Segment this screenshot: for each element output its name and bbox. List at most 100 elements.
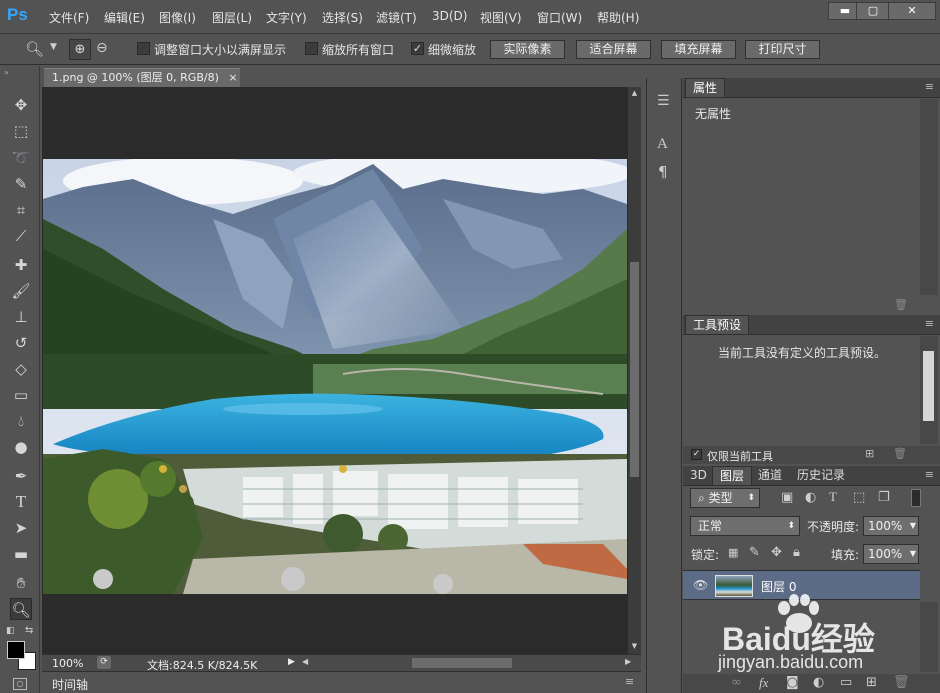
healing-brush-tool-icon[interactable]: ✚ [10, 254, 32, 276]
filter-adjustment-icon[interactable]: ◐ [805, 490, 816, 505]
share-icon[interactable]: ⟳ [97, 656, 111, 669]
zoom-in-icon[interactable]: ⊕ [69, 39, 91, 60]
opacity-field[interactable]: 100% ▼ [863, 516, 919, 536]
horizontal-scrollbar-thumb[interactable] [412, 658, 512, 668]
dodge-tool-icon[interactable]: ● [10, 436, 32, 458]
menu-type[interactable]: 文字(Y) [266, 9, 307, 26]
menu-layer[interactable]: 图层(L) [212, 9, 252, 26]
menu-file[interactable]: 文件(F) [49, 9, 89, 26]
fit-screen-button[interactable]: 适合屏幕 [576, 40, 651, 59]
collapse-icon[interactable]: » [4, 68, 9, 77]
tab-history[interactable]: 历史记录 [790, 466, 852, 485]
filter-smart-object-icon[interactable]: ❐ [878, 490, 890, 505]
menu-3d[interactable]: 3D(D) [432, 9, 467, 23]
trash-icon[interactable]: 🗑︎ [893, 447, 907, 460]
quick-select-tool-icon[interactable]: ✎ [10, 173, 32, 195]
menu-filter[interactable]: 滤镜(T) [376, 9, 417, 26]
layer-filter-dropdown[interactable]: ⌕ 类型 ⬍ [690, 488, 760, 508]
blend-mode-dropdown[interactable]: 正常 ⬍ [690, 516, 800, 536]
scrubby-zoom-checkbox[interactable]: ✓ [411, 42, 424, 55]
hand-tool-icon[interactable]: ✋︎ [10, 572, 32, 594]
new-preset-icon[interactable]: ⊞ [865, 447, 874, 460]
marquee-tool-icon[interactable]: ⬚ [10, 120, 32, 142]
gradient-tool-icon[interactable]: ▭ [10, 384, 32, 406]
maximize-button[interactable]: ▢ [856, 2, 890, 20]
lock-pixels-icon[interactable]: ✎ [749, 545, 760, 560]
rectangle-tool-icon[interactable]: ▬ [10, 543, 32, 565]
filter-toggle[interactable] [911, 489, 921, 507]
tab-3d[interactable]: 3D [685, 466, 712, 485]
fill-screen-button[interactable]: 填充屏幕 [661, 40, 736, 59]
scroll-down-icon[interactable]: ▼ [628, 642, 641, 650]
crop-tool-icon[interactable]: ⌗ [10, 199, 32, 221]
lock-position-icon[interactable]: ✥ [771, 545, 782, 560]
resize-windows-checkbox[interactable] [137, 42, 150, 55]
trash-icon[interactable]: 🗑︎ [894, 298, 908, 311]
fill-field[interactable]: 100% ▼ [863, 544, 919, 564]
panel-menu-icon[interactable]: ≡ [625, 675, 634, 688]
pen-tool-icon[interactable]: ✒ [10, 465, 32, 487]
foreground-color-swatch[interactable] [7, 641, 25, 659]
tab-layers[interactable]: 图层 [712, 466, 753, 485]
scrollbar-thumb[interactable] [923, 351, 934, 421]
zoom-out-icon[interactable]: ⊖ [96, 40, 108, 56]
move-tool-icon[interactable]: ✥ [10, 94, 32, 116]
menu-view[interactable]: 视图(V) [480, 9, 522, 26]
tab-tool-presets[interactable]: 工具预设 [685, 315, 750, 334]
eyedropper-tool-icon[interactable]: ⟋ [10, 225, 32, 247]
menu-select[interactable]: 选择(S) [322, 9, 363, 26]
menu-window[interactable]: 窗口(W) [537, 9, 582, 26]
swap-colors-icon[interactable]: ⇆ [25, 625, 33, 636]
tab-channels[interactable]: 通道 [751, 466, 789, 485]
filter-shape-icon[interactable]: ⬚ [853, 490, 865, 505]
filter-pixel-icon[interactable]: ▣ [781, 490, 793, 505]
chevron-down-icon[interactable]: ▼ [910, 545, 916, 563]
history-brush-tool-icon[interactable]: ↺ [10, 332, 32, 354]
tab-properties[interactable]: 属性 [685, 78, 726, 97]
vertical-scrollbar[interactable]: ▲ ▼ [628, 87, 641, 654]
status-menu-arrow-icon[interactable]: ▶ [288, 657, 295, 667]
quick-mask-icon[interactable]: ○ [13, 678, 27, 690]
tool-presets-scrollbar[interactable] [920, 336, 938, 444]
scroll-up-icon[interactable]: ▲ [628, 89, 641, 97]
document-tab[interactable]: 1.png @ 100% (图层 0, RGB/8) × [44, 68, 240, 87]
chevron-down-icon[interactable]: ▼ [910, 517, 916, 535]
current-tool-only-checkbox[interactable]: ✓ [691, 449, 702, 460]
eraser-tool-icon[interactable]: ◇ [10, 358, 32, 380]
canvas-area[interactable] [42, 87, 628, 654]
zoom-all-windows-checkbox[interactable] [305, 42, 318, 55]
timeline-tab[interactable]: 时间轴 [52, 676, 88, 693]
panel-menu-icon[interactable]: ≡ [925, 468, 934, 481]
clone-stamp-tool-icon[interactable]: ⊥ [10, 306, 32, 328]
chevron-down-icon[interactable]: ▼ [50, 42, 57, 52]
lasso-tool-icon[interactable]: ➰ [10, 147, 32, 169]
paragraph-panel-icon[interactable]: ¶ [658, 163, 668, 181]
lock-all-icon[interactable]: 🔒︎ [793, 545, 800, 560]
character-panel-icon[interactable]: A [657, 136, 668, 153]
scroll-left-icon[interactable]: ◀ [302, 657, 308, 666]
zoom-level[interactable]: 100% [52, 657, 83, 670]
menu-help[interactable]: 帮助(H) [597, 9, 639, 26]
panel-menu-icon[interactable]: ≡ [925, 317, 934, 330]
zoom-tool-icon[interactable]: 🔍︎ [10, 598, 32, 620]
path-selection-tool-icon[interactable]: ➤ [10, 517, 32, 539]
close-button[interactable]: ✕ [888, 2, 936, 20]
scrollbar-thumb[interactable] [630, 262, 639, 477]
properties-panel-icon[interactable]: ☰ [657, 93, 670, 109]
zoom-tool-preset-icon[interactable]: 🔍︎ [25, 40, 44, 58]
menu-image[interactable]: 图像(I) [159, 9, 196, 26]
print-size-button[interactable]: 打印尺寸 [745, 40, 820, 59]
blur-tool-icon[interactable]: 💧︎ [10, 410, 32, 432]
actual-pixels-button[interactable]: 实际像素 [490, 40, 565, 59]
lock-transparent-icon[interactable]: ▦ [728, 546, 738, 559]
default-colors-icon[interactable]: ◧ [6, 626, 15, 636]
properties-scrollbar[interactable] [920, 99, 938, 295]
brush-tool-icon[interactable]: 🖌︎ [10, 280, 32, 302]
scroll-right-icon[interactable]: ▶ [625, 657, 631, 666]
search-icon: ⌕ [698, 491, 709, 505]
type-tool-icon[interactable]: T [10, 491, 32, 513]
menu-edit[interactable]: 编辑(E) [104, 9, 145, 26]
panel-menu-icon[interactable]: ≡ [925, 80, 934, 93]
close-tab-icon[interactable]: × [228, 71, 237, 84]
filter-type-icon[interactable]: T [829, 489, 837, 505]
